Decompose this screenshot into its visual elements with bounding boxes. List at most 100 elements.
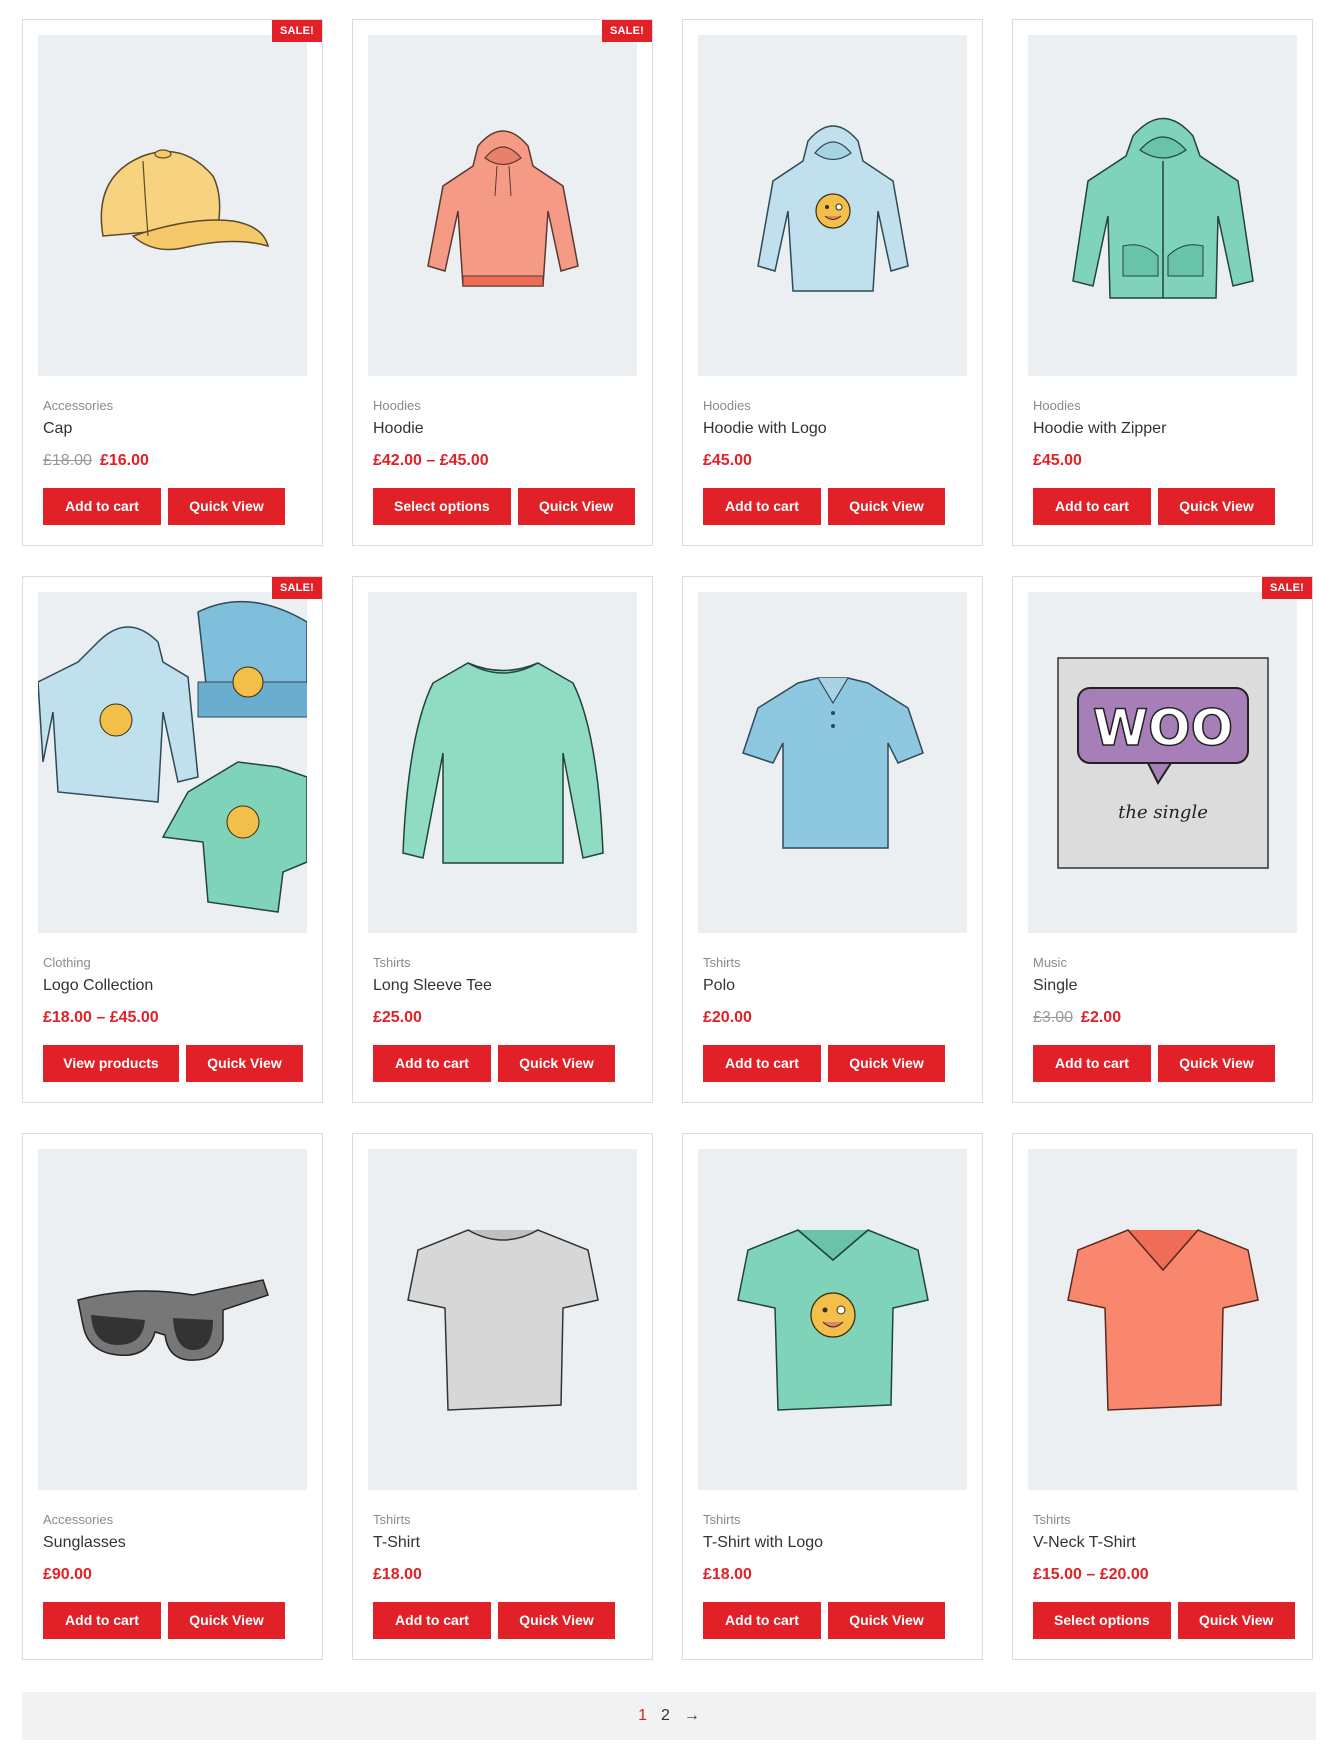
quick-view-button[interactable]: Quick View: [828, 1602, 945, 1639]
product-image[interactable]: [698, 592, 967, 933]
product-title[interactable]: Single: [1028, 977, 1297, 995]
product-title[interactable]: Polo: [698, 977, 967, 995]
product-card: SALE! Hoodies Hoodie £42.00 – £45.00 Sel…: [352, 19, 653, 546]
sale-badge: SALE!: [602, 20, 652, 42]
product-card: WOO the single SALE! Music Single £3.00 £…: [1012, 576, 1313, 1103]
product-category[interactable]: Accessories: [38, 1512, 307, 1527]
tshirt-logo-icon: [736, 1228, 929, 1411]
add-to-cart-button[interactable]: Add to cart: [43, 488, 161, 525]
product-title[interactable]: Logo Collection: [38, 977, 307, 995]
quick-view-button[interactable]: Quick View: [498, 1045, 615, 1082]
product-price: £45.00: [1033, 452, 1082, 469]
quick-view-button[interactable]: Quick View: [186, 1045, 303, 1082]
view-products-button[interactable]: View products: [43, 1045, 179, 1082]
product-price: £18.00: [703, 1566, 752, 1583]
product-title[interactable]: V-Neck T-Shirt: [1028, 1534, 1297, 1552]
product-category[interactable]: Tshirts: [368, 1512, 637, 1527]
polo-icon: [741, 676, 924, 849]
woo-single-icon: WOO the single: [1056, 656, 1269, 869]
add-to-cart-button[interactable]: Add to cart: [703, 488, 821, 525]
cap-icon: [100, 148, 269, 250]
product-title[interactable]: Hoodie with Logo: [698, 420, 967, 438]
sunglasses-icon: [76, 1278, 269, 1361]
add-to-cart-button[interactable]: Add to cart: [373, 1045, 491, 1082]
product-category[interactable]: Tshirts: [1028, 1512, 1297, 1527]
pagination-current-page: 1: [638, 1707, 647, 1724]
product-image[interactable]: [698, 1149, 967, 1490]
quick-view-button[interactable]: Quick View: [828, 1045, 945, 1082]
product-image[interactable]: [368, 1149, 637, 1490]
product-category[interactable]: Tshirts: [698, 955, 967, 970]
product-title[interactable]: Cap: [38, 420, 307, 438]
sale-badge: SALE!: [272, 20, 322, 42]
quick-view-button[interactable]: Quick View: [1158, 1045, 1275, 1082]
zip-hoodie-icon: [1071, 117, 1254, 299]
product-card: Accessories Sunglasses £90.00 Add to car…: [22, 1133, 323, 1660]
product-category[interactable]: Hoodies: [698, 398, 967, 413]
quick-view-button[interactable]: Quick View: [1158, 488, 1275, 525]
product-title[interactable]: Hoodie with Zipper: [1028, 420, 1297, 438]
product-card: Tshirts T-Shirt with Logo £18.00 Add to …: [682, 1133, 983, 1660]
quick-view-button[interactable]: Quick View: [517, 488, 635, 525]
tshirt-icon: [406, 1228, 599, 1411]
add-to-cart-button[interactable]: Add to cart: [43, 1602, 161, 1639]
product-image[interactable]: [1028, 1149, 1297, 1490]
product-category[interactable]: Hoodies: [1028, 398, 1297, 413]
hoodie-logo-icon: [756, 124, 909, 292]
product-image[interactable]: [1028, 35, 1297, 376]
product-image[interactable]: [38, 592, 307, 933]
product-title[interactable]: Hoodie: [368, 420, 637, 438]
sale-price: £2.00: [1081, 1009, 1122, 1026]
product-image[interactable]: [38, 35, 307, 376]
product-category[interactable]: Accessories: [38, 398, 307, 413]
product-card: Tshirts V-Neck T-Shirt £15.00 – £20.00 S…: [1012, 1133, 1313, 1660]
quick-view-button[interactable]: Quick View: [498, 1602, 615, 1639]
product-grid: SALE! Accessories Cap £18.00 £16.00 Add t…: [22, 19, 1313, 1660]
product-price: £15.00 – £20.00: [1033, 1566, 1149, 1583]
product-card: Tshirts Long Sleeve Tee £25.00 Add to ca…: [352, 576, 653, 1103]
logo-collection-icon: [38, 600, 307, 913]
pagination-page-2[interactable]: 2: [661, 1707, 670, 1725]
quick-view-button[interactable]: Quick View: [828, 488, 945, 525]
quick-view-button[interactable]: Quick View: [1177, 1602, 1295, 1639]
product-price: £90.00: [43, 1566, 92, 1583]
product-price: £25.00: [373, 1009, 422, 1026]
product-category[interactable]: Tshirts: [698, 1512, 967, 1527]
product-title[interactable]: T-Shirt: [368, 1534, 637, 1552]
product-price: £18.00 – £45.00: [43, 1009, 159, 1026]
long-sleeve-icon: [401, 661, 604, 864]
product-title[interactable]: Long Sleeve Tee: [368, 977, 637, 995]
select-options-button[interactable]: Select options: [373, 488, 511, 525]
woo-logo-text: WOO: [1092, 699, 1232, 757]
add-to-cart-button[interactable]: Add to cart: [1033, 488, 1151, 525]
product-card: Hoodies Hoodie with Logo £45.00 Add to c…: [682, 19, 983, 546]
add-to-cart-button[interactable]: Add to cart: [373, 1602, 491, 1639]
product-price: £42.00 – £45.00: [373, 452, 489, 469]
product-category[interactable]: Hoodies: [368, 398, 637, 413]
quick-view-button[interactable]: Quick View: [168, 1602, 285, 1639]
add-to-cart-button[interactable]: Add to cart: [703, 1602, 821, 1639]
hoodie-icon: [426, 129, 579, 287]
product-image[interactable]: [368, 35, 637, 376]
product-card: Hoodies Hoodie with Zipper £45.00 Add to…: [1012, 19, 1313, 546]
vneck-icon: [1066, 1228, 1259, 1411]
product-title[interactable]: T-Shirt with Logo: [698, 1534, 967, 1552]
product-card: SALE! Clothing Logo Collection £18.00 – …: [22, 576, 323, 1103]
product-price: £20.00: [703, 1009, 752, 1026]
sale-badge: SALE!: [1262, 577, 1312, 599]
quick-view-button[interactable]: Quick View: [168, 488, 285, 525]
product-category[interactable]: Clothing: [38, 955, 307, 970]
product-card: Tshirts T-Shirt £18.00 Add to cart Quick…: [352, 1133, 653, 1660]
product-category[interactable]: Tshirts: [368, 955, 637, 970]
product-image[interactable]: [698, 35, 967, 376]
product-title[interactable]: Sunglasses: [38, 1534, 307, 1552]
select-options-button[interactable]: Select options: [1033, 1602, 1171, 1639]
add-to-cart-button[interactable]: Add to cart: [1033, 1045, 1151, 1082]
product-price: £3.00 £2.00: [1028, 1009, 1297, 1027]
product-image[interactable]: [368, 592, 637, 933]
pagination-next-arrow-icon[interactable]: →: [684, 1707, 700, 1725]
product-image[interactable]: [38, 1149, 307, 1490]
add-to-cart-button[interactable]: Add to cart: [703, 1045, 821, 1082]
product-category[interactable]: Music: [1028, 955, 1297, 970]
product-image[interactable]: WOO the single: [1028, 592, 1297, 933]
